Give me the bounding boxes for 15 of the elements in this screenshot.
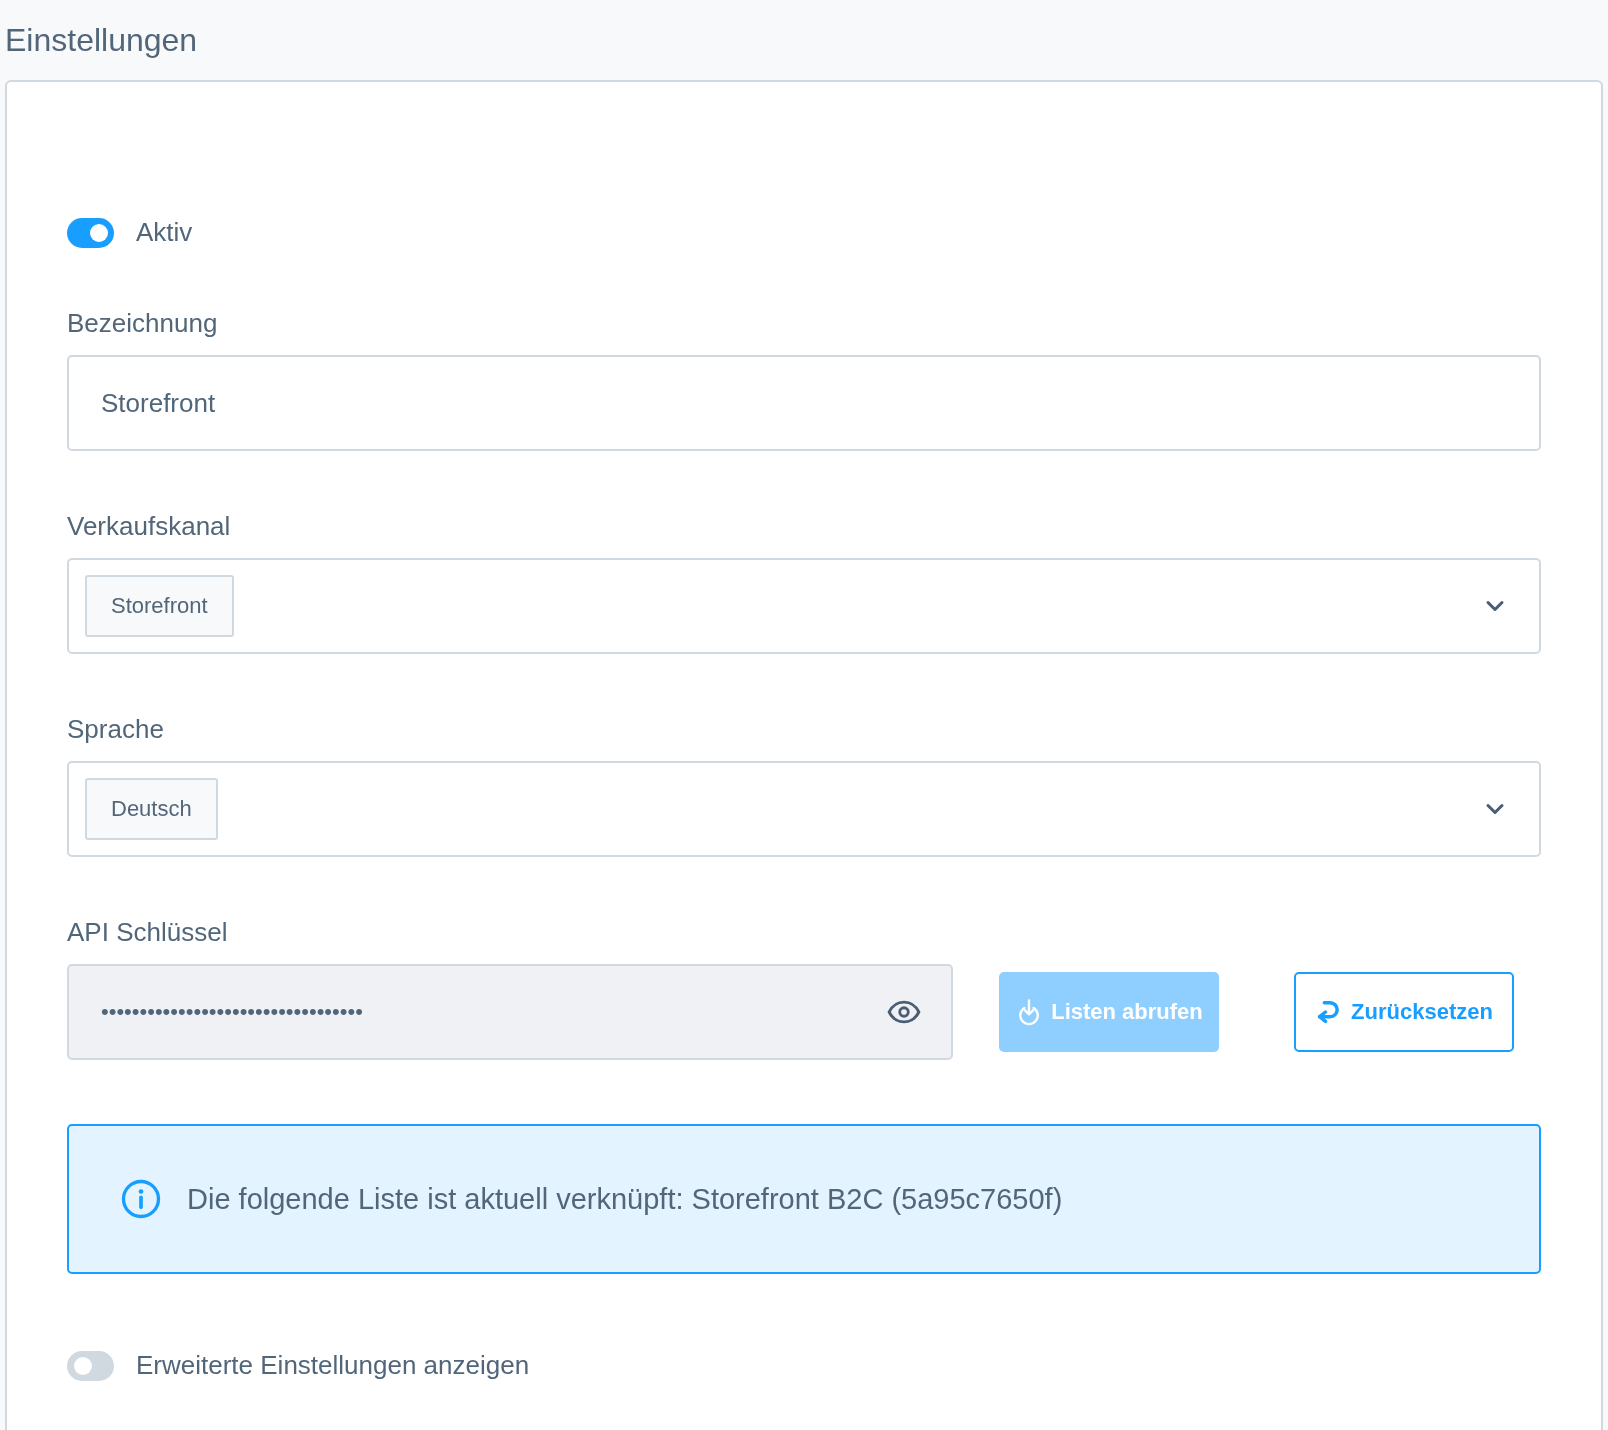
field-label: Sprache [67,714,165,745]
selected-value-tag: Deutsch [85,778,218,840]
toggle-label: Erweiterte Einstellungen anzeigen [136,1350,530,1381]
field-label: Bezeichnung [67,308,219,339]
text-field[interactable]: Storefront [67,355,1541,451]
field-label: API Schlüssel [67,917,229,948]
password-field[interactable]: •••••••••••••••••••••••••••••••••• [67,964,953,1060]
info-text: Die folgende Liste ist aktuell verknüpft: Storefront B2C (5a95c7650f) [187,1182,1063,1216]
toggle-label: Aktiv [136,217,193,248]
select-field[interactable]: Storefront [67,558,1541,654]
page-title: Einstellungen [5,21,198,59]
reset-button[interactable]: Zurücksetzen [1294,972,1514,1052]
selected-value-tag: Storefront [85,575,234,637]
select-field[interactable]: Deutsch [67,761,1541,857]
field-label: Verkaufskanal [67,511,232,542]
